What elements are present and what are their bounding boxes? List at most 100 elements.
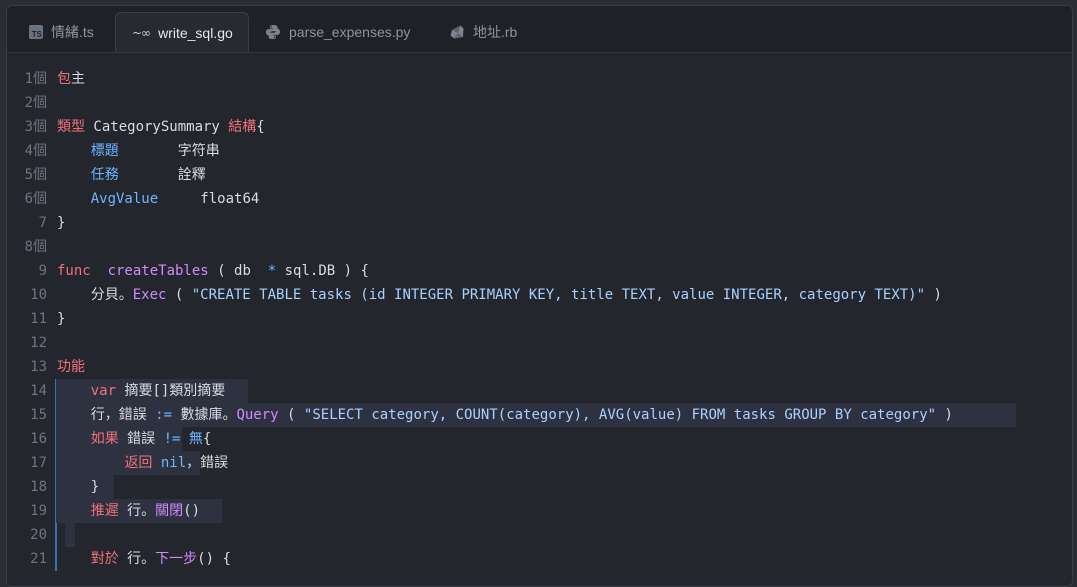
tab-label: write_sql.go <box>158 24 233 41</box>
line-number: 19 <box>30 503 47 519</box>
code-token: 關閉 <box>155 503 184 519</box>
code-token: 推遲 <box>90 503 119 519</box>
code-token: 對於 <box>90 551 119 567</box>
code-token: := <box>155 407 173 423</box>
line-number: 1個 <box>24 71 47 87</box>
code-token: "CREATE TABLE tasks (id INTEGER PRIMARY … <box>191 287 926 303</box>
code-token: { <box>256 119 265 135</box>
code-token: 類型 <box>57 119 85 135</box>
tab-bar: TS 情緒.ts ~∞ write_sql.go parse_expenses.… <box>7 6 1072 53</box>
line-number: 3個 <box>24 119 47 135</box>
tab-sentiment-ts[interactable]: TS 情緒.ts <box>29 12 94 52</box>
line-number: 6個 <box>24 191 47 207</box>
code-text: 包主 <box>57 67 85 91</box>
code-token: var <box>90 383 117 399</box>
tab-label: 地址.rb <box>473 24 518 40</box>
code-text: AvgValue float64 <box>57 187 260 211</box>
code-text: } <box>57 211 65 235</box>
code-token: 包 <box>57 71 71 87</box>
line-number: 10 <box>30 287 47 303</box>
code-token: float64 <box>158 191 260 207</box>
code-token: func <box>57 263 91 279</box>
line-number: 13 <box>30 359 47 375</box>
code-editor[interactable]: 1個 包主 2個 3個 類型 CategorySummary 結構{4個 標題 字符串 5… <box>7 53 1072 586</box>
code-text: 推遲 行。關閉() <box>57 499 200 523</box>
line-number: 8個 <box>24 239 47 255</box>
line-number: 14 <box>30 383 47 399</box>
code-text: 任務 詮釋 <box>57 163 206 187</box>
code-token: 數據庫。 <box>172 407 237 423</box>
line-number: 12 <box>30 335 47 351</box>
tab-label: 情緒.ts <box>51 24 94 40</box>
code-token: Query <box>236 407 279 423</box>
tab-write-sql-go[interactable]: ~∞ write_sql.go <box>115 12 249 52</box>
code-text: 標題 字符串 <box>57 139 220 163</box>
code-token: 行，錯誤 <box>57 407 156 423</box>
line-number: 2個 <box>24 95 47 111</box>
tab-address-rb[interactable]: 地址.rb <box>449 12 517 52</box>
code-text: 類型 CategorySummary 結構{ <box>57 115 265 139</box>
line-number: 16 <box>30 431 47 447</box>
editor-window: TS 情緒.ts ~∞ write_sql.go parse_expenses.… <box>6 5 1073 587</box>
code-token: 結構 <box>228 119 257 135</box>
code-token: ( db <box>208 263 268 279</box>
code-token: CategorySummary <box>85 119 229 135</box>
code-token: 字符串 <box>118 143 220 159</box>
code-token: 下一步 <box>155 551 198 567</box>
code-token: AvgValue <box>90 191 159 207</box>
code-text: var 摘要[]類別摘要 <box>57 379 226 403</box>
line-number: 7 <box>38 215 47 231</box>
code-token: 摘要[]類別摘要 <box>116 383 226 399</box>
selection-highlight <box>65 523 75 547</box>
code-token: nil <box>160 455 187 471</box>
tab-label: parse_expenses.py <box>289 24 411 40</box>
line-number: 18 <box>30 479 47 495</box>
code-text: 返回 nil，錯誤 <box>57 451 228 475</box>
code-text: 分貝。Exec ( "CREATE TABLE tasks (id INTEGE… <box>57 283 942 307</box>
code-text: } <box>57 475 99 499</box>
line-number: 5個 <box>24 167 47 183</box>
code-text: } <box>57 307 65 331</box>
code-text: 功能 <box>57 355 85 379</box>
code-token: * <box>267 263 277 279</box>
code-token: 主 <box>71 71 85 87</box>
code-token: } <box>57 215 66 231</box>
code-token: { <box>202 431 212 447</box>
line-number: 21 <box>30 551 47 567</box>
code-text: func createTables ( db * sql.DB ) { <box>57 259 369 283</box>
code-token: ( <box>166 287 192 303</box>
line-number: 11 <box>30 311 47 327</box>
code-token: 任務 <box>90 167 119 183</box>
code-token: ) <box>925 287 942 303</box>
code-text: 對於 行。下一步() { <box>57 547 231 571</box>
code-token: 分貝。 <box>57 287 133 303</box>
code-token: sql.DB ) { <box>276 263 369 279</box>
code-token: ) <box>936 407 953 423</box>
code-token: 無 <box>188 431 203 447</box>
typescript-icon: TS <box>29 25 43 39</box>
line-number: 17 <box>30 455 47 471</box>
ruby-icon <box>449 24 465 40</box>
code-token: 行。 <box>118 551 156 567</box>
code-token: 詮釋 <box>118 167 206 183</box>
code-token: createTables <box>107 263 209 279</box>
python-icon <box>265 24 281 40</box>
code-text: 如果 錯誤 != 無{ <box>57 427 212 451</box>
code-token: != <box>163 431 181 447</box>
code-token: 功能 <box>57 359 85 375</box>
code-token: ( <box>278 407 304 423</box>
tab-parse-expenses-py[interactable]: parse_expenses.py <box>265 12 410 52</box>
line-number: 15 <box>30 407 47 423</box>
code-token: 錯誤 <box>118 431 164 447</box>
line-number: 9 <box>38 263 47 279</box>
